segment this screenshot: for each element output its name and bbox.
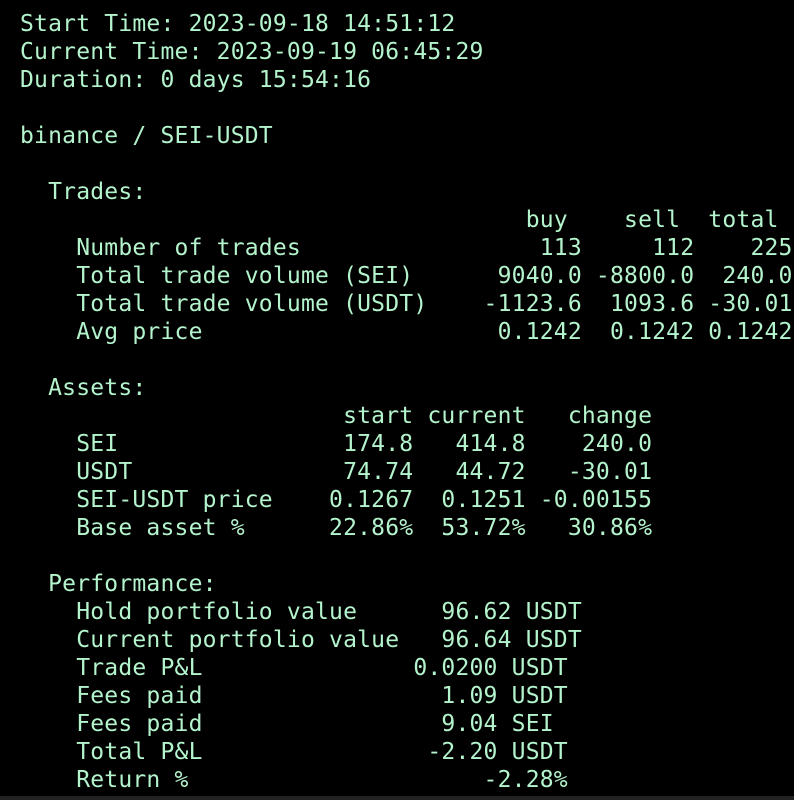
- terminal-window: Start Time: 2023-09-18 14:51:12 Current …: [0, 0, 794, 800]
- performance-row: Current portfolio value 96.64 USDT: [20, 627, 582, 653]
- performance-row: Total P&L -2.20 USDT: [20, 739, 568, 765]
- performance-row: Fees paid 9.04 SEI: [20, 711, 554, 737]
- start-time-line: Start Time: 2023-09-18 14:51:12: [20, 11, 456, 37]
- performance-row: Fees paid 1.09 USDT: [20, 683, 568, 709]
- performance-title: Performance:: [20, 571, 217, 597]
- assets-row: Base asset % 22.86% 53.72% 30.86%: [20, 515, 653, 541]
- trades-column-header: buy sell total: [20, 207, 779, 233]
- current-time-line: Current Time: 2023-09-19 06:45:29: [20, 39, 484, 65]
- assets-row: SEI 174.8 414.8 240.0: [20, 431, 653, 457]
- performance-row: Return % -2.28%: [20, 767, 568, 793]
- trades-row: Number of trades 113 112 225: [20, 235, 793, 261]
- assets-title: Assets:: [20, 375, 147, 401]
- assets-column-header: start current change: [20, 403, 653, 429]
- trades-title: Trades:: [20, 179, 147, 205]
- assets-row: USDT 74.74 44.72 -30.01: [20, 459, 653, 485]
- performance-row: Trade P&L 0.0200 USDT: [20, 655, 568, 681]
- performance-row: Hold portfolio value 96.62 USDT: [20, 599, 582, 625]
- assets-row: SEI-USDT price 0.1267 0.1251 -0.00155: [20, 487, 653, 513]
- duration-line: Duration: 0 days 15:54:16: [20, 67, 372, 93]
- market-line: binance / SEI-USDT: [20, 123, 273, 149]
- trades-row: Total trade volume (USDT) -1123.6 1093.6…: [20, 291, 793, 317]
- trades-row: Total trade volume (SEI) 9040.0 -8800.0 …: [20, 263, 793, 289]
- trades-row: Avg price 0.1242 0.1242 0.1242: [20, 319, 793, 345]
- bottom-divider: [0, 796, 794, 800]
